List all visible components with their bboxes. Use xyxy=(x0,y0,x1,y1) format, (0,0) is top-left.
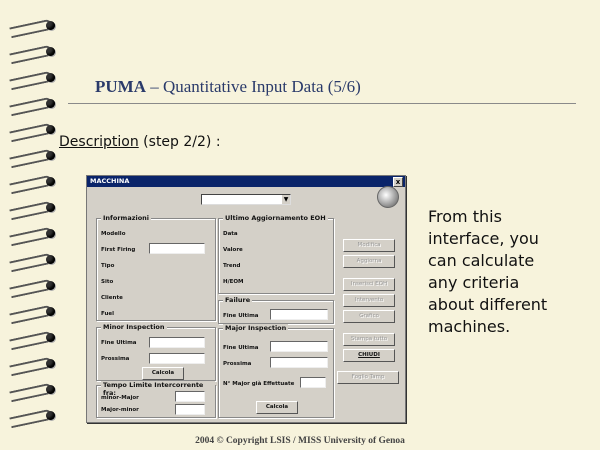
major-inspection-frame: Major Inspection Fine Ultima Prossima N°… xyxy=(218,324,334,418)
label-fuel: Fuel xyxy=(101,311,115,317)
binder-rings xyxy=(0,0,60,450)
modifica-button[interactable]: Modifica xyxy=(343,239,395,252)
stampa-tutto-button[interactable]: Stampa tutto xyxy=(343,333,395,346)
machine-select[interactable]: ▼ xyxy=(201,194,291,205)
title-rest: – Quantitative Input Data (5/6) xyxy=(145,77,361,96)
major-minor-field[interactable] xyxy=(175,404,205,415)
aggiorna-button[interactable]: Aggiorna xyxy=(343,255,395,268)
major-calcola-button[interactable]: Calcola xyxy=(256,401,298,414)
label-tipo: Tipo xyxy=(101,263,115,269)
close-icon[interactable]: x xyxy=(393,177,403,187)
intervento-button[interactable]: Intervento xyxy=(343,294,395,307)
description-rest: (step 2/2) : xyxy=(138,134,221,150)
label-modello: Modello xyxy=(101,231,126,237)
label-cliente: Cliente xyxy=(101,295,123,301)
description-link[interactable]: Description xyxy=(59,134,139,150)
label-first-firing: First Firing xyxy=(101,247,136,253)
label-major-fine-ultima: Fine Ultima xyxy=(223,345,259,351)
failure-frame: Failure Fine Ultima xyxy=(218,296,334,324)
minor-fine-ultima-field[interactable] xyxy=(149,337,205,348)
description-line: Description (step 2/2) : xyxy=(59,134,221,150)
label-h-eom: H/EOM xyxy=(223,279,244,285)
label-minor-major: minor-Major xyxy=(101,395,139,401)
n-major-field[interactable] xyxy=(300,377,326,388)
logo-icon xyxy=(377,186,399,208)
informazioni-frame: Informazioni Modello First Firing Tipo S… xyxy=(96,214,216,321)
label-valore: Valore xyxy=(223,247,243,253)
minor-inspection-title: Minor Inspection xyxy=(101,323,167,331)
chevron-down-icon[interactable]: ▼ xyxy=(282,195,290,204)
title-divider xyxy=(68,103,576,104)
failure-title: Failure xyxy=(223,296,253,304)
label-major-minor: Major-minor xyxy=(101,407,139,413)
first-firing-field[interactable] xyxy=(149,243,205,254)
major-fine-ultima-field[interactable] xyxy=(270,341,328,352)
label-data: Data xyxy=(223,231,238,237)
informazioni-title: Informazioni xyxy=(101,214,152,222)
label-sito: Sito xyxy=(101,279,114,285)
grafico-button[interactable]: Grafico xyxy=(343,310,395,323)
label-trend: Trend xyxy=(223,263,241,269)
chiudi-button[interactable]: CHIUDI xyxy=(343,349,395,362)
title-bold: PUMA xyxy=(95,77,146,96)
side-text: From this interface, you can calculate a… xyxy=(428,207,548,336)
label-n-major: N° Major già Effettuate xyxy=(223,381,295,387)
minor-inspection-frame: Minor Inspection Fine Ultima Prossima Ca… xyxy=(96,323,216,381)
tempo-limite-frame: Tempo Limite Intercorrente fra: minor-Ma… xyxy=(96,381,216,418)
label-minor-fine-ultima: Fine Ultima xyxy=(101,340,137,346)
ultimo-aggiornamento-title: Ultimo Aggiornamento EOH xyxy=(223,214,328,222)
foglio-tamp-button[interactable]: Foglio Tamp xyxy=(337,371,399,384)
footer-copyright: 2004 © Copyright LSIS / MISS University … xyxy=(195,436,405,446)
label-failure-fine-ultima: Fine Ultima xyxy=(223,313,259,319)
minor-prossima-field[interactable] xyxy=(149,353,205,364)
minor-calcola-button[interactable]: Calcola xyxy=(142,367,184,380)
failure-fine-ultima-field[interactable] xyxy=(270,309,328,320)
label-minor-prossima: Prossima xyxy=(101,356,130,362)
macchina-window: MACCHINA x ▼ Informazioni Modello First … xyxy=(86,175,406,423)
window-titlebar: MACCHINA x xyxy=(87,176,405,187)
minor-major-field[interactable] xyxy=(175,391,205,402)
major-inspection-title: Major Inspection xyxy=(223,324,289,332)
major-prossima-field[interactable] xyxy=(270,357,328,368)
ultimo-aggiornamento-frame: Ultimo Aggiornamento EOH Data Valore Tre… xyxy=(218,214,334,294)
slide-title: PUMA – Quantitative Input Data (5/6) xyxy=(95,77,361,97)
window-title: MACCHINA xyxy=(90,177,130,185)
inserisci-eoh-button[interactable]: Inserisci EOH xyxy=(343,278,395,291)
label-major-prossima: Prossima xyxy=(223,361,252,367)
